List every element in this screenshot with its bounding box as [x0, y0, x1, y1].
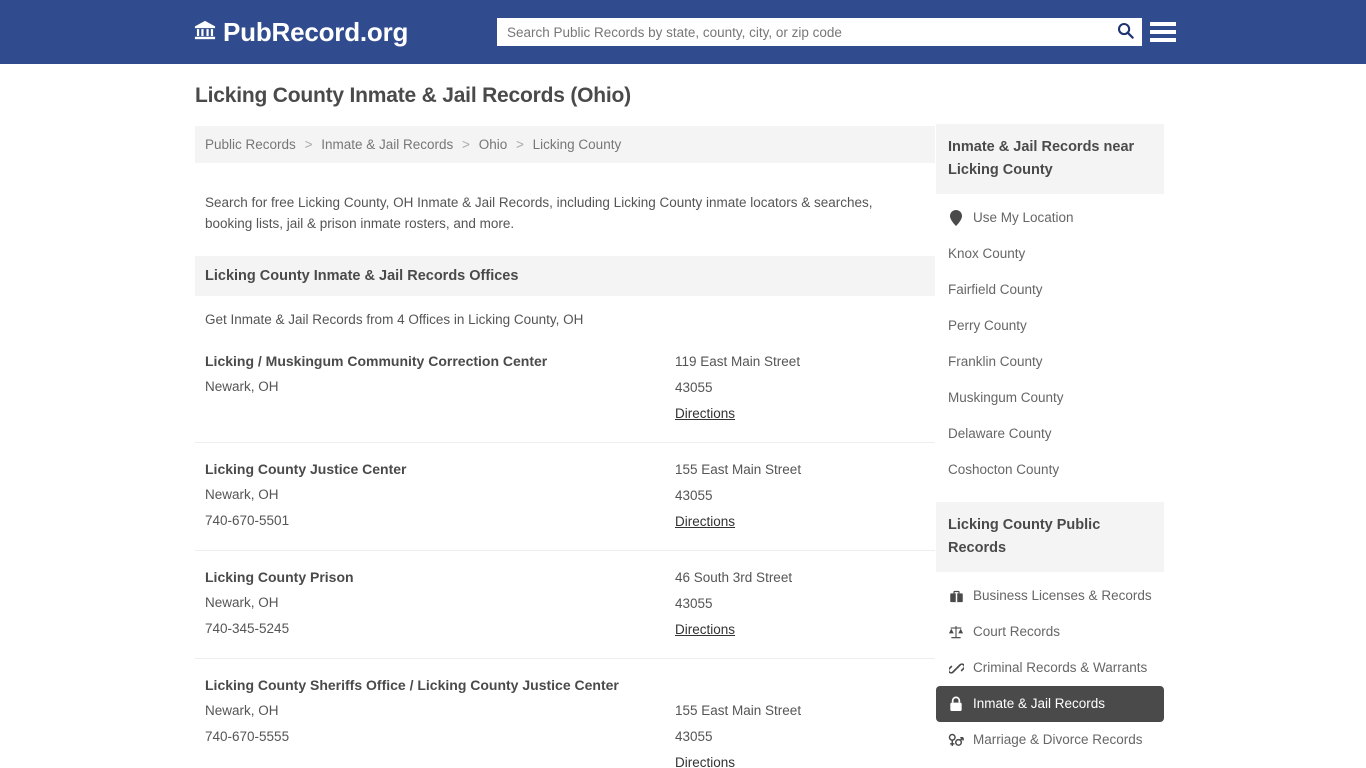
sidebar-item-inmate-jail-records[interactable]: Inmate & Jail Records: [936, 686, 1164, 722]
office-info: Licking County Justice Center Newark, OH…: [205, 457, 675, 535]
directions-link[interactable]: Directions: [675, 509, 735, 535]
sidebar-item-business-licenses[interactable]: Business Licenses & Records: [936, 578, 1164, 614]
office-address: 119 East Main Street 43055 Directions: [675, 349, 925, 427]
office-phone: 740-670-5501: [205, 512, 290, 528]
directions-link[interactable]: Directions: [675, 750, 735, 768]
sidebar-item-label: Delaware County: [948, 426, 1052, 441]
sidebar-item-delaware-county[interactable]: Delaware County: [936, 416, 1164, 452]
office-name: Licking County Prison: [205, 568, 354, 585]
search-bar: [497, 18, 1142, 46]
office-city: Newark, OH: [205, 486, 279, 502]
sidebar-item-label: Coshocton County: [948, 462, 1060, 477]
sidebar-item-coshocton-county[interactable]: Coshocton County: [936, 452, 1164, 488]
sidebar-nearby-heading: Inmate & Jail Records near Licking Count…: [936, 124, 1164, 194]
briefcase-icon: [948, 589, 964, 604]
hamburger-menu-icon: [1150, 30, 1176, 34]
office-info: Licking / Muskingum Community Correction…: [205, 349, 675, 427]
page-intro-text: Search for free Licking County, OH Inmat…: [205, 194, 873, 231]
office-phone: 740-345-5245: [205, 620, 290, 636]
offices-list: Licking / Muskingum Community Correction…: [195, 335, 935, 768]
main-content: Licking County Inmate & Jail Records (Oh…: [195, 84, 935, 768]
office-street: 155 East Main Street: [675, 702, 802, 718]
sidebar-item-use-my-location[interactable]: Use My Location: [936, 200, 1164, 236]
sidebar-item-fairfield-county[interactable]: Fairfield County: [936, 272, 1164, 308]
breadcrumb-item-inmate-jail-records[interactable]: Inmate & Jail Records: [321, 137, 453, 152]
offices-section-heading: Licking County Inmate & Jail Records Off…: [195, 255, 935, 296]
lock-icon: [948, 696, 964, 712]
scales-of-justice-icon: [948, 624, 964, 640]
sidebar-item-perry-county[interactable]: Perry County: [936, 308, 1164, 344]
sidebar-nearby-list: Use My Location Knox County Fairfield Co…: [936, 194, 1164, 488]
office-zip: 43055: [675, 728, 713, 744]
office-zip: 43055: [675, 595, 713, 611]
breadcrumb-separator: >: [516, 137, 524, 152]
office-name: Licking County Justice Center: [205, 460, 407, 477]
breadcrumb-separator: >: [304, 137, 313, 152]
search-icon: [1116, 21, 1135, 43]
map-pin-icon: [948, 210, 964, 226]
office-info: Licking County Prison Newark, OH 740-345…: [205, 565, 675, 643]
sidebar-item-label: Perry County: [948, 318, 1027, 333]
hamburger-menu-icon: [1150, 38, 1176, 42]
sidebar-item-marriage-divorce-records[interactable]: Marriage & Divorce Records: [936, 722, 1164, 758]
breadcrumb: Public Records > Inmate & Jail Records >…: [195, 126, 935, 163]
site-header: PubRecord.org: [0, 0, 1366, 64]
sidebar-item-label: Marriage & Divorce Records: [973, 732, 1143, 747]
sidebar-item-label: Muskingum County: [948, 390, 1064, 405]
sidebar-item-property-records[interactable]: Property Records: [936, 758, 1164, 768]
page-title: Licking County Inmate & Jail Records (Oh…: [195, 84, 631, 107]
sidebar-item-label: Fairfield County: [948, 282, 1043, 297]
breadcrumb-item-ohio[interactable]: Ohio: [479, 137, 508, 152]
sidebar-public-records-list: Business Licenses & Records Court Record…: [936, 572, 1164, 768]
sidebar-item-franklin-county[interactable]: Franklin County: [936, 344, 1164, 380]
office-zip: 43055: [675, 379, 713, 395]
table-row: Licking County Prison Newark, OH 740-345…: [195, 549, 935, 658]
breadcrumb-item-public-records[interactable]: Public Records: [205, 137, 296, 152]
office-city: Newark, OH: [205, 594, 279, 610]
office-city: Newark, OH: [205, 378, 279, 394]
sidebar-item-label: Court Records: [973, 624, 1061, 639]
office-address: 46 South 3rd Street 43055 Directions: [675, 565, 925, 643]
sidebar: Inmate & Jail Records near Licking Count…: [936, 124, 1164, 768]
search-input[interactable]: [497, 19, 1108, 45]
table-row: Licking County Justice Center Newark, OH…: [195, 441, 935, 550]
office-address: 155 East Main Street 43055 Directions: [675, 673, 925, 768]
sidebar-item-label: Franklin County: [948, 354, 1043, 369]
directions-link[interactable]: Directions: [675, 617, 735, 643]
office-name: Licking / Muskingum Community Correction…: [205, 352, 548, 369]
handcuffs-icon: [948, 661, 964, 676]
table-row: Licking / Muskingum Community Correction…: [195, 335, 935, 442]
sidebar-public-records-heading: Licking County Public Records: [936, 502, 1164, 572]
office-zip: 43055: [675, 487, 713, 503]
breadcrumb-separator: >: [462, 137, 470, 152]
gender-symbols-icon: [948, 732, 964, 748]
bank-building-icon: [194, 19, 216, 46]
office-street: 46 South 3rd Street: [675, 569, 793, 585]
office-city: Newark, OH: [205, 702, 279, 718]
office-address: 155 East Main Street 43055 Directions: [675, 457, 925, 535]
sidebar-item-label: Use My Location: [973, 210, 1074, 225]
offices-section-subheading: Get Inmate & Jail Records from 4 Offices…: [205, 311, 584, 327]
office-info: Licking County Sheriffs Office / Licking…: [205, 673, 675, 768]
office-street: 155 East Main Street: [675, 461, 802, 477]
hamburger-menu-button[interactable]: [1150, 18, 1176, 46]
sidebar-item-court-records[interactable]: Court Records: [936, 614, 1164, 650]
sidebar-item-knox-county[interactable]: Knox County: [936, 236, 1164, 272]
sidebar-item-label: Inmate & Jail Records: [973, 696, 1106, 711]
sidebar-item-criminal-records[interactable]: Criminal Records & Warrants: [936, 650, 1164, 686]
site-logo[interactable]: PubRecord.org: [194, 18, 408, 46]
hamburger-menu-icon: [1150, 22, 1176, 26]
sidebar-item-muskingum-county[interactable]: Muskingum County: [936, 380, 1164, 416]
site-logo-text: PubRecord.org: [223, 17, 409, 47]
office-street: 119 East Main Street: [675, 353, 801, 369]
office-name: Licking County Sheriffs Office / Licking…: [205, 676, 619, 693]
sidebar-item-label: Criminal Records & Warrants: [973, 660, 1148, 675]
directions-link[interactable]: Directions: [675, 401, 735, 427]
sidebar-item-label: Business Licenses & Records: [973, 588, 1152, 603]
breadcrumb-item-licking-county[interactable]: Licking County: [533, 137, 622, 152]
search-button[interactable]: [1108, 18, 1142, 46]
office-phone: 740-670-5555: [205, 728, 290, 744]
table-row: Licking County Sheriffs Office / Licking…: [195, 657, 935, 768]
sidebar-item-label: Knox County: [948, 246, 1026, 261]
